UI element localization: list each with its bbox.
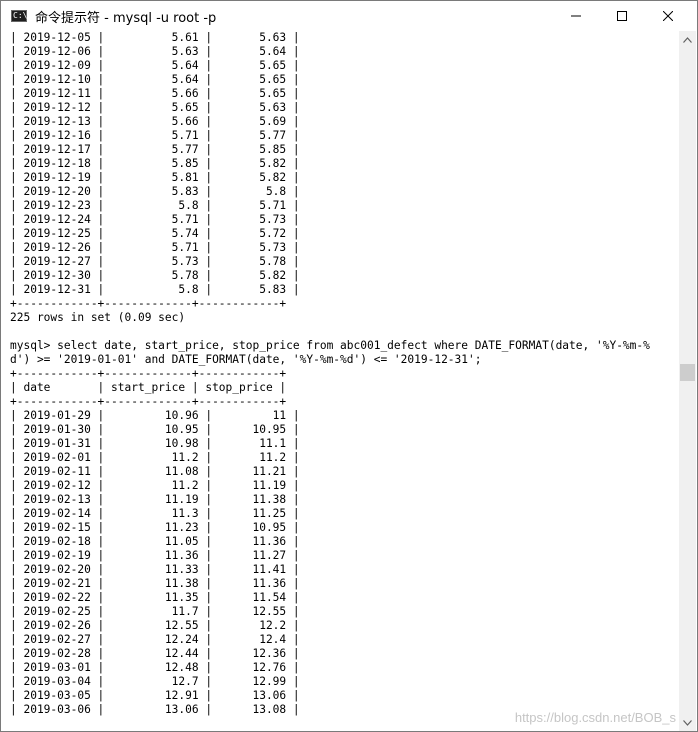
console-line: | 2019-02-15 | 11.23 | 10.95 |: [10, 521, 300, 534]
console-line: +------------+-------------+------------…: [10, 297, 287, 310]
chevron-up-icon: [683, 36, 692, 43]
console-line: d') >= '2019-01-01' and DATE_FORMAT(date…: [10, 353, 482, 366]
chevron-down-icon: [683, 719, 692, 726]
console-line: | 2019-02-19 | 11.36 | 11.27 |: [10, 549, 300, 562]
console-line: | 2019-12-18 | 5.85 | 5.82 |: [10, 157, 300, 170]
console-output-area[interactable]: | 2019-12-05 | 5.61 | 5.63 | | 2019-12-06…: [1, 31, 679, 731]
console-line: | 2019-12-26 | 5.71 | 5.73 |: [10, 241, 300, 254]
console-line: +------------+-------------+------------…: [10, 395, 287, 408]
console-line: | 2019-03-01 | 12.48 | 12.76 |: [10, 661, 300, 674]
console-line: | 2019-12-12 | 5.65 | 5.63 |: [10, 101, 300, 114]
console-line: | 2019-12-17 | 5.77 | 5.85 |: [10, 143, 300, 156]
console-line: | 2019-02-18 | 11.05 | 11.36 |: [10, 535, 300, 548]
console-line: | 2019-01-30 | 10.95 | 10.95 |: [10, 423, 300, 436]
cmd-app-icon-text: C:\: [13, 11, 28, 20]
console-line: | 2019-12-27 | 5.73 | 5.78 |: [10, 255, 300, 268]
scroll-thumb[interactable]: [680, 364, 695, 381]
maximize-button[interactable]: [599, 1, 645, 31]
console-window: C:\ 命令提示符 - mysql -u root -p | 2019-12-0…: [0, 0, 698, 732]
scroll-up-button[interactable]: [679, 31, 696, 48]
console-line: | 2019-12-31 | 5.8 | 5.83 |: [10, 283, 300, 296]
console-line: | 2019-03-05 | 12.91 | 13.06 |: [10, 689, 300, 702]
console-line: | 2019-02-26 | 12.55 | 12.2 |: [10, 619, 300, 632]
console-line: | date | start_price | stop_price |: [10, 381, 287, 394]
maximize-icon: [617, 11, 627, 21]
console-line: | 2019-12-05 | 5.61 | 5.63 |: [10, 31, 300, 44]
console-line: +------------+-------------+------------…: [10, 367, 287, 380]
console-line: | 2019-12-24 | 5.71 | 5.73 |: [10, 213, 300, 226]
cmd-app-icon[interactable]: C:\: [11, 10, 27, 22]
console-line: mysql> select date, start_price, stop_pr…: [10, 339, 650, 352]
console-line: | 2019-12-20 | 5.83 | 5.8 |: [10, 185, 300, 198]
close-button[interactable]: [645, 1, 691, 31]
console-line: | 2019-02-01 | 11.2 | 11.2 |: [10, 451, 300, 464]
console-line: | 2019-12-19 | 5.81 | 5.82 |: [10, 171, 300, 184]
console-line: | 2019-03-04 | 12.7 | 12.99 |: [10, 675, 300, 688]
console-line: | 2019-02-22 | 11.35 | 11.54 |: [10, 591, 300, 604]
console-line: | 2019-02-14 | 11.3 | 11.25 |: [10, 507, 300, 520]
console-line: | 2019-12-06 | 5.63 | 5.64 |: [10, 45, 300, 58]
console-line: | 2019-12-11 | 5.66 | 5.65 |: [10, 87, 300, 100]
console-line: | 2019-12-25 | 5.74 | 5.72 |: [10, 227, 300, 240]
console-line: | 2019-12-30 | 5.78 | 5.82 |: [10, 269, 300, 282]
console-line: | 2019-12-23 | 5.8 | 5.71 |: [10, 199, 300, 212]
console-line: | 2019-02-27 | 12.24 | 12.4 |: [10, 633, 300, 646]
console-line: | 2019-12-13 | 5.66 | 5.69 |: [10, 115, 300, 128]
vertical-scrollbar[interactable]: [679, 31, 696, 731]
console-line: | 2019-12-09 | 5.64 | 5.65 |: [10, 59, 300, 72]
console-line: | 2019-02-12 | 11.2 | 11.19 |: [10, 479, 300, 492]
minimize-icon: [571, 15, 581, 17]
console-line: | 2019-12-10 | 5.64 | 5.65 |: [10, 73, 300, 86]
console-line: | 2019-02-25 | 11.7 | 12.55 |: [10, 605, 300, 618]
console-line: | 2019-12-16 | 5.71 | 5.77 |: [10, 129, 300, 142]
console-line: | 2019-02-20 | 11.33 | 11.41 |: [10, 563, 300, 576]
console-line: | 2019-02-28 | 12.44 | 12.36 |: [10, 647, 300, 660]
close-icon: [663, 11, 673, 21]
console-line: | 2019-02-11 | 11.08 | 11.21 |: [10, 465, 300, 478]
console-line: | 2019-01-31 | 10.98 | 11.1 |: [10, 437, 300, 450]
window-title: 命令提示符 - mysql -u root -p: [35, 10, 217, 26]
console-output: | 2019-12-05 | 5.61 | 5.63 | | 2019-12-06…: [10, 31, 650, 717]
console-line: | 2019-02-13 | 11.19 | 11.38 |: [10, 493, 300, 506]
title-bar[interactable]: C:\ 命令提示符 - mysql -u root -p: [1, 1, 697, 31]
scroll-down-button[interactable]: [679, 714, 696, 731]
console-line: 225 rows in set (0.09 sec): [10, 311, 186, 324]
console-line: | 2019-01-29 | 10.96 | 11 |: [10, 409, 300, 422]
watermark-text: https://blog.csdn.net/BOB_s: [514, 710, 676, 725]
minimize-button[interactable]: [553, 1, 599, 31]
console-line: | 2019-02-21 | 11.38 | 11.36 |: [10, 577, 300, 590]
